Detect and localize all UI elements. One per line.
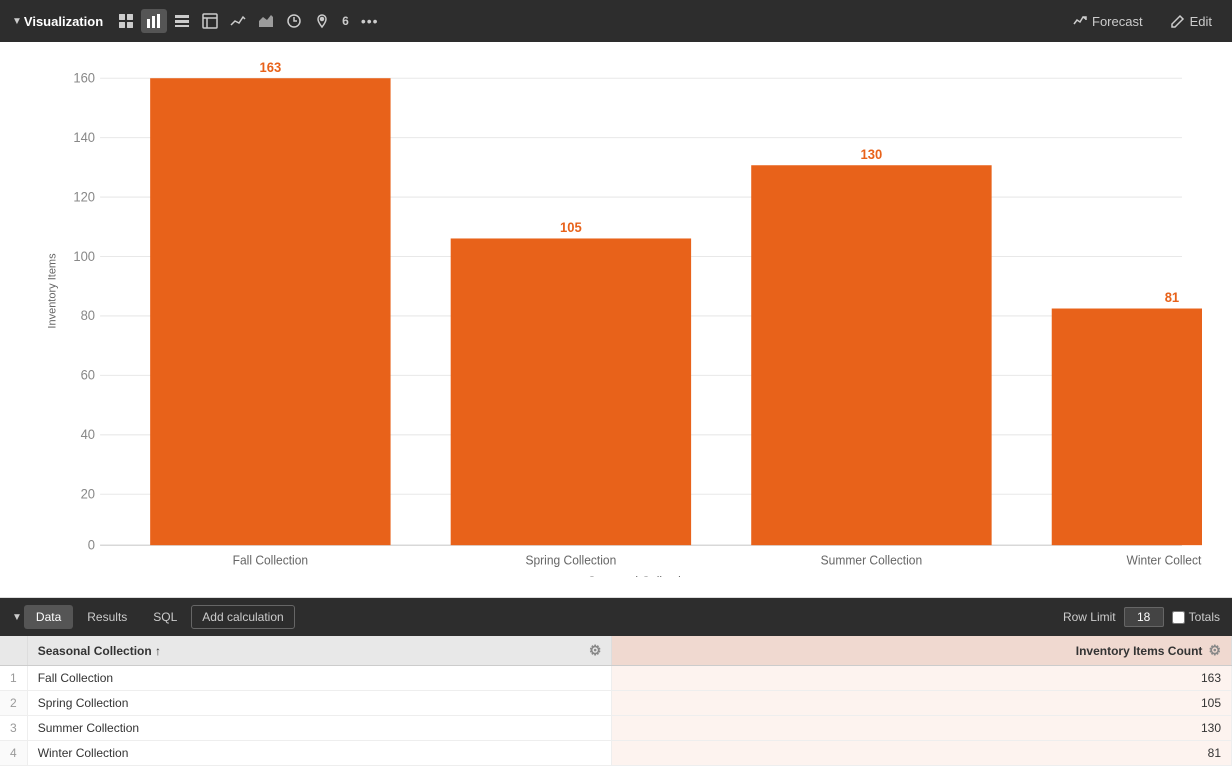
row-number: 4 [0, 741, 27, 766]
bar-chart-icon-btn[interactable] [141, 9, 167, 33]
pivot-icon-btn[interactable] [197, 9, 223, 33]
bottom-toolbar: ▼ Data Results SQL Add calculation Row L… [0, 598, 1232, 636]
seasonal-cell: Summer Collection [27, 716, 612, 741]
forecast-button[interactable]: Forecast [1065, 10, 1151, 33]
table-row: 2 Spring Collection 105 [0, 691, 1232, 716]
bar-winter-collection[interactable]: 81 Winter Collection [1052, 290, 1202, 568]
row-num-header [0, 636, 27, 666]
bar-summer-collection[interactable]: 130 Summer Collection [751, 147, 991, 568]
row-limit-label: Row Limit [1063, 610, 1116, 624]
bottom-panel: ▼ Data Results SQL Add calculation Row L… [0, 597, 1232, 766]
toolbar-left: ▼ Visualization 6 ••• [12, 9, 1059, 33]
toolbar-collapse-arrow[interactable]: ▼ [12, 16, 22, 27]
seasonal-cell: Fall Collection [27, 666, 612, 691]
y-axis-label: Inventory Items [47, 253, 59, 328]
row-number: 2 [0, 691, 27, 716]
svg-text:163: 163 [260, 60, 282, 75]
svg-text:20: 20 [81, 486, 95, 501]
svg-text:80: 80 [81, 308, 95, 323]
svg-text:Winter Collection: Winter Collection [1127, 553, 1202, 567]
more-icon-btn[interactable]: ••• [356, 9, 384, 33]
line-chart-icon-btn[interactable] [225, 9, 251, 33]
svg-text:100: 100 [73, 248, 95, 263]
seasonal-gear-icon[interactable]: ⚙ [589, 642, 602, 659]
edit-button[interactable]: Edit [1163, 10, 1220, 33]
table-row: 3 Summer Collection 130 [0, 716, 1232, 741]
add-calculation-button[interactable]: Add calculation [191, 605, 294, 629]
svg-text:81: 81 [1165, 290, 1180, 305]
svg-text:Summer Collection: Summer Collection [821, 553, 923, 567]
inventory-gear-icon[interactable]: ⚙ [1208, 642, 1221, 659]
inventory-items-header: Inventory Items Count ⚙ [612, 636, 1232, 666]
clock-icon-btn[interactable] [281, 9, 307, 33]
svg-text:0: 0 [88, 537, 95, 552]
count-cell: 81 [612, 741, 1232, 766]
seasonal-cell: Spring Collection [27, 691, 612, 716]
row-number: 1 [0, 666, 27, 691]
bar-spring-collection[interactable]: 105 Spring Collection [451, 220, 691, 568]
funnel-icon-btn[interactable]: 6 [337, 10, 354, 32]
table-row: 1 Fall Collection 163 [0, 666, 1232, 691]
tab-results[interactable]: Results [75, 605, 139, 629]
x-axis-label: Seasonal Collection [588, 574, 694, 577]
data-table: Seasonal Collection ↑ ⚙ Inventory Items … [0, 636, 1232, 766]
row-limit-input[interactable] [1124, 607, 1164, 627]
bottom-toolbar-right: Row Limit Totals [1063, 607, 1220, 627]
bar-chart-svg: 160 140 120 100 80 60 40 [60, 57, 1202, 577]
table-row: 4 Winter Collection 81 [0, 741, 1232, 766]
seasonal-collection-header: Seasonal Collection ↑ ⚙ [27, 636, 612, 666]
list-icon-btn[interactable] [169, 9, 195, 33]
bottom-toolbar-left: ▼ Data Results SQL Add calculation [12, 605, 1057, 629]
tab-data[interactable]: Data [24, 605, 73, 629]
totals-label[interactable]: Totals [1172, 610, 1220, 624]
area-chart-icon-btn[interactable] [253, 9, 279, 33]
tab-sql[interactable]: SQL [141, 605, 189, 629]
svg-text:Fall Collection: Fall Collection [233, 553, 309, 567]
table-header-row: Seasonal Collection ↑ ⚙ Inventory Items … [0, 636, 1232, 666]
svg-text:140: 140 [73, 130, 95, 145]
svg-text:Spring Collection: Spring Collection [525, 553, 616, 567]
table-body: 1 Fall Collection 163 2 Spring Collectio… [0, 666, 1232, 766]
count-cell: 163 [612, 666, 1232, 691]
svg-text:105: 105 [560, 220, 582, 235]
bottom-collapse-arrow[interactable]: ▼ [12, 612, 22, 623]
map-icon-btn[interactable] [309, 9, 335, 33]
totals-checkbox[interactable] [1172, 611, 1185, 624]
svg-text:160: 160 [73, 70, 95, 85]
svg-text:60: 60 [81, 367, 95, 382]
row-number: 3 [0, 716, 27, 741]
count-cell: 105 [612, 691, 1232, 716]
top-toolbar: ▼ Visualization 6 ••• [0, 0, 1232, 42]
count-cell: 130 [612, 716, 1232, 741]
bar-fall-collection[interactable]: 163 Fall Collection [150, 60, 390, 568]
svg-text:130: 130 [861, 147, 883, 162]
table-icon-btn[interactable] [113, 9, 139, 33]
svg-text:120: 120 [73, 189, 95, 204]
toolbar-title: Visualization [24, 14, 103, 29]
chart-area: Inventory Items 160 140 120 100 80 [0, 42, 1232, 597]
seasonal-cell: Winter Collection [27, 741, 612, 766]
toolbar-right: Forecast Edit [1065, 10, 1220, 33]
svg-text:40: 40 [81, 427, 95, 442]
